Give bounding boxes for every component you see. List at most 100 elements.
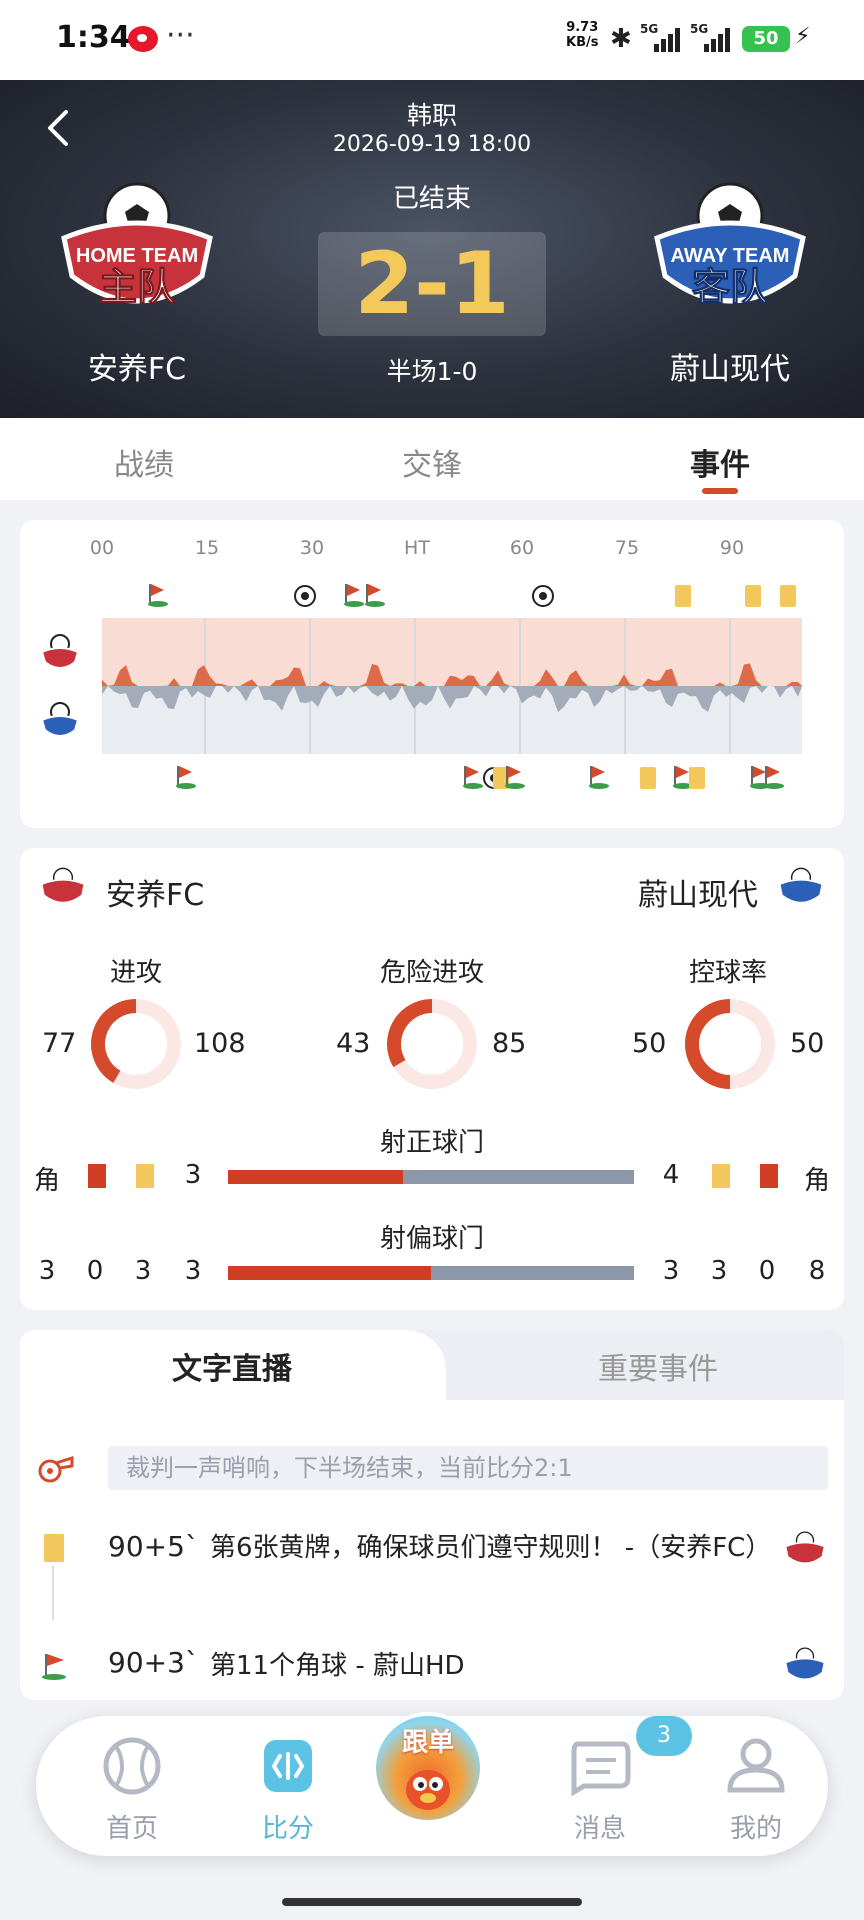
home-corner-grass [365, 601, 385, 607]
dangerous-attack-home-value: 43 [336, 1028, 371, 1059]
tab-head-to-head[interactable]: 交锋 [342, 440, 522, 484]
away-yellow-card-icon [640, 767, 656, 789]
svg-text:AWAY TEAM: AWAY TEAM [671, 245, 790, 267]
active-tab-indicator [702, 488, 738, 494]
away-corner-flag-icon [179, 766, 192, 778]
dangerous-attack-label: 危险进攻 [379, 958, 484, 988]
dangerous-attack-ring [387, 999, 477, 1089]
more-notifications-icon: ··· [166, 18, 195, 53]
away-team-event-crest-icon [784, 1647, 826, 1681]
off-target-label: 射偏球门 [379, 1224, 484, 1254]
baseball-icon [103, 1737, 161, 1795]
off-target-away-value: 3 [662, 1256, 680, 1286]
nav-score[interactable]: 比分 [228, 1734, 348, 1844]
battery-icon: 50 [742, 26, 790, 52]
message-count-badge: 3 [636, 1716, 692, 1756]
away-stat-3: 8 [808, 1256, 826, 1286]
svg-text:HOME TEAM: HOME TEAM [76, 245, 198, 267]
whistle-icon [38, 1455, 74, 1483]
tab-key-events[interactable]: 重要事件 [508, 1344, 808, 1388]
attack-home-value: 77 [42, 1028, 77, 1059]
match-tabs: 战绩 交锋 事件 [0, 418, 864, 500]
score-icon [264, 1740, 312, 1792]
score-box: 2-1 [318, 232, 546, 336]
weibo-icon [128, 26, 158, 52]
event-text: 第11个角球 - 蔚山HD [210, 1651, 465, 1681]
timeline-tick-label: 75 [615, 537, 639, 559]
nav-profile[interactable]: 我的 [696, 1734, 816, 1844]
on-target-away-value: 4 [662, 1160, 680, 1190]
timeline-tick-label: HT [404, 537, 430, 559]
on-target-label: 射正球门 [379, 1128, 484, 1158]
away-stat-2: 0 [758, 1256, 776, 1286]
timeline-tick-label: 30 [300, 537, 324, 559]
off-target-bar-home-fill [228, 1266, 431, 1280]
attack-ring [91, 999, 181, 1089]
momentum-timeline-card: 00 15 30 HT 60 75 90 [20, 520, 844, 828]
home-goal-icon-center [539, 592, 547, 600]
home-yellow-card-icon [675, 585, 691, 607]
ring-home-share-arc [91, 999, 137, 1083]
home-corner-flag-icon [368, 584, 381, 596]
away-corner-flag-icon [767, 766, 780, 778]
away-corner-flag-icon [508, 766, 521, 778]
possession-home-value: 50 [632, 1028, 667, 1059]
away-team-crest-icon: AWAY TEAM 客队 [645, 176, 815, 326]
home-team[interactable]: HOME TEAM 主队 安养FC [52, 176, 222, 387]
tab-record[interactable]: 战绩 [54, 440, 234, 484]
away-corner-grass [505, 783, 525, 789]
referee-whistle-text: 裁判一声哨响，下半场结束，当前比分2:1 [108, 1446, 828, 1490]
possession-label: 控球率 [688, 958, 767, 988]
home-team-name: 安养FC [106, 878, 205, 913]
home-corner-grass [148, 601, 168, 607]
event-minute: 90+3` [108, 1646, 199, 1679]
possession-away-value: 50 [790, 1028, 825, 1059]
commentary-list: 裁判一声哨响，下半场结束，当前比分2:1 90+5` 第6张黄牌，确保球员们遵守… [20, 1400, 844, 1700]
on-target-bar [228, 1170, 634, 1184]
bottom-nav: 首页 比分 跟单 消息 3 我的 [36, 1712, 828, 1856]
away-corner-grass [764, 783, 784, 789]
timeline-tick-label: 15 [195, 537, 219, 559]
stats-card: 安养FC 蔚山现代 进攻 77 108 危险进攻 43 85 控球率 50 50… [20, 848, 844, 1310]
home-indicator [282, 1898, 582, 1906]
away-team[interactable]: AWAY TEAM 客队 蔚山现代 [645, 176, 815, 387]
tab-text-live[interactable]: 文字直播 [82, 1344, 382, 1388]
final-score: 2-1 [354, 234, 510, 334]
signal-icon-2: 5G [690, 22, 734, 52]
home-goal-icon-center [301, 592, 309, 600]
off-target-home-value: 3 [184, 1256, 202, 1286]
home-stat-2: 0 [86, 1256, 104, 1286]
match-header: 韩职 2026-09-19 18:00 已结束 HOME TEAM 主队 安养F… [0, 80, 864, 418]
home-corner-label: 角 [33, 1166, 60, 1196]
away-team-name: 蔚山现代 [670, 352, 790, 387]
away-corner-grass [589, 783, 609, 789]
home-yellow-card-icon [136, 1164, 154, 1188]
home-corner-flag-icon [347, 584, 360, 596]
status-bar: 1:34 ··· 9.73 KB/s ✱ 5G 5G 50 ⚡ [0, 0, 864, 80]
off-target-bar [228, 1266, 634, 1280]
away-stat-1: 3 [710, 1256, 728, 1286]
tab-events[interactable]: 事件 [630, 440, 810, 484]
live-commentary-card: 文字直播 重要事件 裁判一声哨响，下半场结束，当前比分2:1 90+5` 第6张… [20, 1330, 844, 1700]
home-team-small-crest-icon [40, 867, 86, 904]
home-yellow-card-icon [780, 585, 796, 607]
nav-follow-bet[interactable]: 跟单 [372, 1712, 484, 1824]
home-yellow-card-icon [745, 585, 761, 607]
svg-text:主队: 主队 [99, 265, 176, 309]
timeline-tick-label: 90 [720, 537, 744, 559]
mascot-icon [406, 1770, 450, 1810]
network-speed: 9.73 KB/s [566, 20, 599, 50]
dangerous-attack-away-value: 85 [492, 1028, 527, 1059]
nav-home[interactable]: 首页 [72, 1734, 192, 1844]
home-corner-grass [344, 601, 364, 607]
match-datetime: 2026-09-19 18:00 [332, 132, 532, 157]
yellow-card-icon [44, 1534, 64, 1562]
home-stat-1: 3 [38, 1256, 56, 1286]
away-corner-flag-icon [592, 766, 605, 778]
corner-flag-icon [42, 1654, 66, 1680]
attack-label: 进攻 [109, 958, 162, 988]
possession-ring [685, 999, 775, 1089]
away-corner-grass [463, 783, 483, 789]
momentum-chart: 00 15 30 HT 60 75 90 [40, 537, 802, 789]
away-red-card-icon [760, 1164, 778, 1188]
